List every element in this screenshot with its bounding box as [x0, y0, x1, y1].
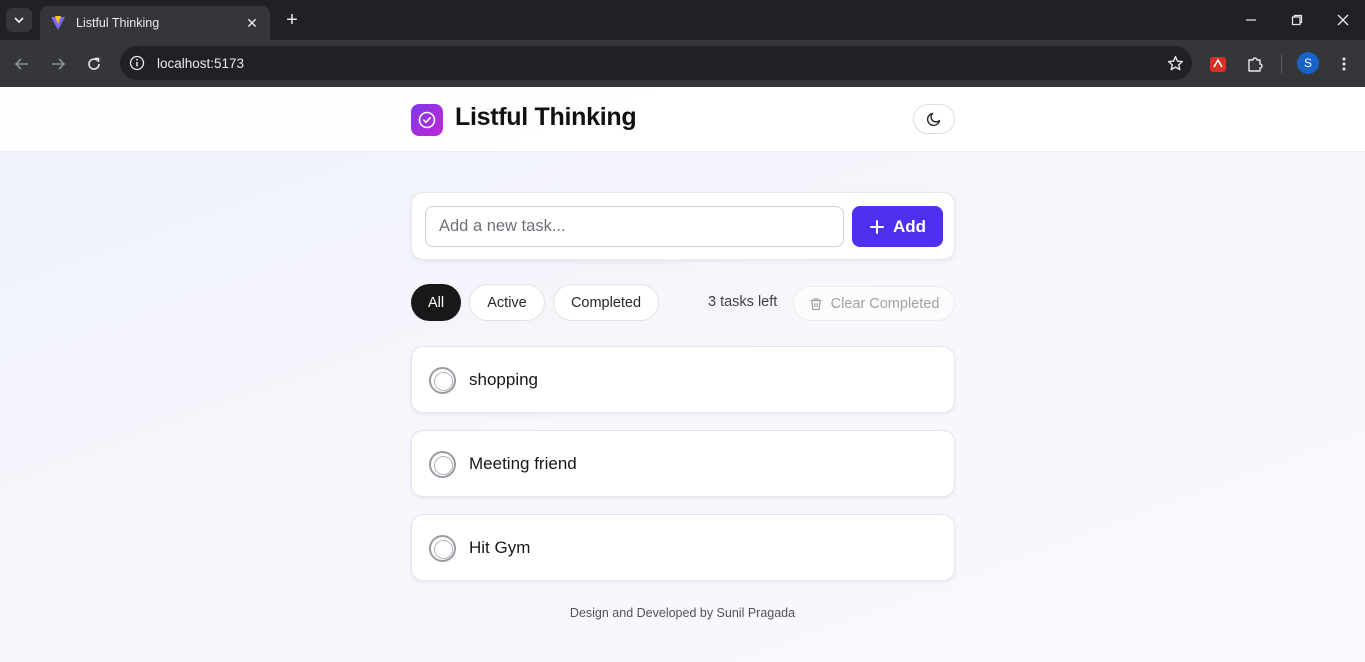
tab-close-icon[interactable]: ✕: [244, 15, 260, 32]
new-tab-button[interactable]: +: [282, 8, 302, 32]
filter-active-button[interactable]: Active: [469, 284, 545, 321]
task-text[interactable]: Meeting friend: [469, 454, 577, 474]
filter-completed-button[interactable]: Completed: [553, 284, 659, 321]
page-content: Listful Thinking Add All Active Complete…: [0, 87, 1365, 662]
task-checkbox[interactable]: [429, 367, 456, 394]
site-info-icon[interactable]: [120, 55, 154, 71]
profile-avatar[interactable]: S: [1297, 52, 1319, 74]
task-item: Hit Gym: [411, 514, 955, 581]
tab-title: Listful Thinking: [76, 16, 160, 30]
close-window-icon[interactable]: [1333, 10, 1353, 30]
back-icon[interactable]: [10, 52, 34, 76]
add-task-card: Add: [411, 192, 955, 260]
new-task-input[interactable]: [425, 206, 844, 247]
task-checkbox[interactable]: [429, 451, 456, 478]
extensions-puzzle-icon[interactable]: [1243, 52, 1267, 76]
moon-icon: [926, 112, 941, 127]
filter-all-button[interactable]: All: [411, 284, 461, 321]
task-text[interactable]: Hit Gym: [469, 538, 530, 558]
tasks-left-count: 3 tasks left: [708, 294, 778, 310]
browser-tab-bar: Listful Thinking ✕ +: [0, 0, 1365, 40]
bookmark-star-icon[interactable]: [1158, 55, 1192, 72]
extension-red-icon[interactable]: [1206, 52, 1230, 76]
url-text[interactable]: localhost:5173: [157, 56, 1158, 71]
reload-icon[interactable]: [82, 52, 106, 76]
theme-toggle-button[interactable]: [913, 104, 955, 134]
more-menu-icon[interactable]: [1332, 52, 1356, 76]
clear-completed-button[interactable]: Clear Completed: [793, 286, 955, 321]
trash-icon: [810, 297, 822, 310]
task-checkbox[interactable]: [429, 535, 456, 562]
app-header: Listful Thinking: [0, 87, 1365, 152]
task-item: shopping: [411, 346, 955, 413]
tab-search-button[interactable]: [6, 8, 32, 32]
task-text[interactable]: shopping: [469, 370, 538, 390]
check-circle-icon: [418, 111, 436, 129]
chevron-down-icon: [14, 17, 24, 24]
forward-icon[interactable]: [46, 52, 70, 76]
add-task-button[interactable]: Add: [852, 206, 943, 247]
task-item: Meeting friend: [411, 430, 955, 497]
app-logo: [411, 104, 443, 136]
add-button-label: Add: [892, 216, 927, 236]
restore-icon[interactable]: [1287, 10, 1307, 30]
app-title: Listful Thinking: [455, 103, 637, 131]
clear-completed-label: Clear Completed: [830, 295, 940, 312]
plus-icon: [869, 219, 884, 234]
minimize-icon[interactable]: [1241, 10, 1261, 30]
toolbar-separator: [1281, 55, 1282, 73]
vite-favicon-icon: [51, 16, 65, 30]
address-bar[interactable]: localhost:5173: [120, 46, 1192, 80]
browser-toolbar: localhost:5173: [0, 40, 1365, 87]
browser-tab[interactable]: Listful Thinking ✕: [40, 6, 270, 40]
footer-credit: Design and Developed by Sunil Pragada: [569, 606, 796, 620]
